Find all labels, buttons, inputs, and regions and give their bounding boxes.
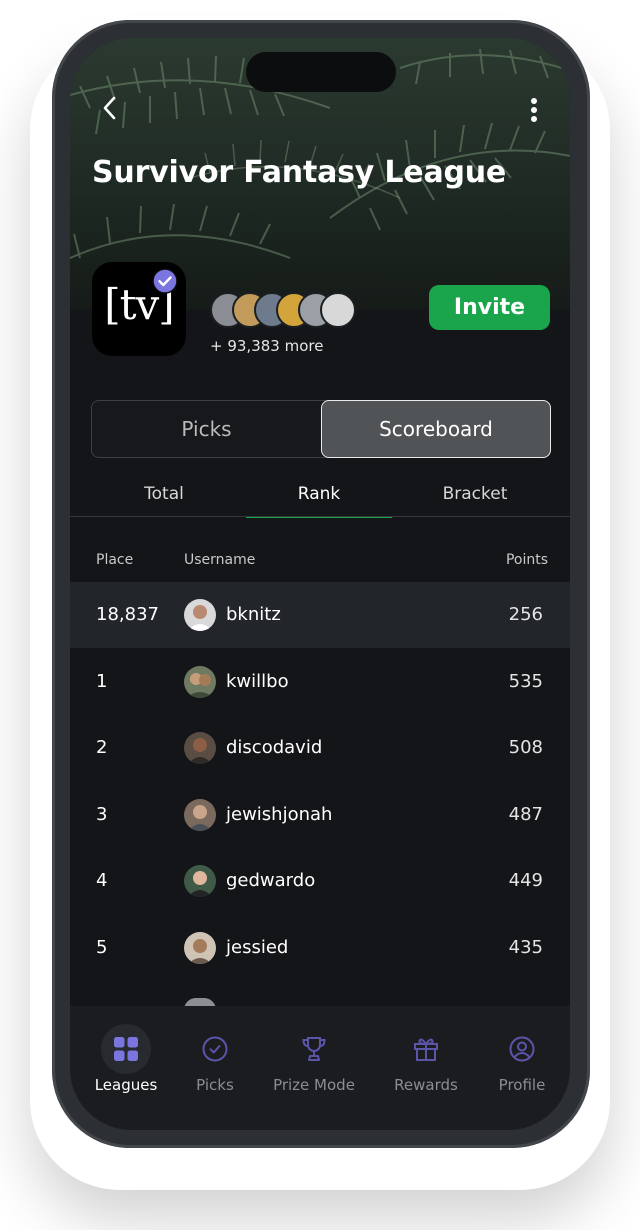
league-title: Survivor Fantasy League <box>92 155 507 190</box>
avatar <box>184 865 216 897</box>
tab-bracket[interactable]: Bracket <box>395 484 555 504</box>
scoreboard-subtabs: Total Rank Bracket <box>70 476 570 518</box>
table-row[interactable]: 5 jessied 435 <box>70 915 570 981</box>
table-row[interactable]: 3 jewishjonah 487 <box>70 782 570 848</box>
user-circle-icon <box>497 1024 547 1074</box>
nav-item-prize-mode[interactable]: Prize Mode <box>264 1024 364 1094</box>
row-place: 3 <box>96 804 108 825</box>
more-menu-button[interactable] <box>522 96 546 124</box>
table-row[interactable]: 4 gedwardo 449 <box>70 848 570 914</box>
nav-item-picks[interactable]: Picks <box>165 1024 265 1094</box>
column-header-points: Points <box>505 552 548 568</box>
nav-item-rewards[interactable]: Rewards <box>376 1024 476 1094</box>
row-points: 535 <box>508 671 543 692</box>
row-points: 449 <box>508 870 543 891</box>
table-row[interactable]: 1 kwillbo 535 <box>70 649 570 715</box>
row-username: bknitz <box>226 604 281 625</box>
row-username: discodavid <box>226 737 323 758</box>
avatar <box>184 732 216 764</box>
bottom-nav: Leagues Picks Prize Mode Rewards Profile <box>70 1006 570 1130</box>
row-points: 508 <box>508 737 543 758</box>
chevron-left-icon <box>103 96 116 120</box>
row-username: jewishjonah <box>226 804 333 825</box>
nav-item-leagues[interactable]: Leagues <box>76 1024 176 1094</box>
table-row-current-user[interactable]: 18,837 bknitz 256 <box>70 582 570 648</box>
dynamic-island <box>246 52 396 92</box>
segment-picks[interactable]: Picks <box>92 401 321 457</box>
table-row[interactable]: 2 discodavid 508 <box>70 715 570 781</box>
row-points: 256 <box>508 604 543 625</box>
nav-label: Rewards <box>394 1076 458 1094</box>
column-header-place: Place <box>96 552 134 568</box>
row-place: 1 <box>96 671 108 692</box>
tab-total[interactable]: Total <box>84 484 244 504</box>
gift-icon <box>401 1024 451 1074</box>
trophy-icon <box>289 1024 339 1074</box>
nav-label: Picks <box>196 1076 234 1094</box>
nav-label: Prize Mode <box>273 1076 355 1094</box>
row-place: 4 <box>96 870 108 891</box>
invite-button[interactable]: Invite <box>429 285 550 330</box>
row-username: gedwardo <box>226 870 316 891</box>
nav-item-profile[interactable]: Profile <box>472 1024 570 1094</box>
row-points: 487 <box>508 804 543 825</box>
members-more-count: + 93,383 more <box>210 337 324 355</box>
row-place: 5 <box>96 937 108 958</box>
grid-icon <box>101 1024 151 1074</box>
nav-label: Leagues <box>94 1076 158 1094</box>
avatar <box>184 799 216 831</box>
avatar <box>320 292 356 328</box>
nav-label: Profile <box>498 1076 546 1094</box>
verified-badge-icon <box>152 268 178 294</box>
column-header-username: Username <box>184 552 256 568</box>
more-vertical-icon <box>531 98 537 104</box>
row-username: jessied <box>226 937 289 958</box>
row-username: kwillbo <box>226 671 289 692</box>
row-place: 2 <box>96 737 108 758</box>
avatar <box>184 932 216 964</box>
avatar <box>184 599 216 631</box>
back-button[interactable] <box>98 92 122 124</box>
divider <box>70 516 570 517</box>
check-circle-icon <box>190 1024 240 1074</box>
tab-rank[interactable]: Rank <box>239 484 399 504</box>
member-avatars[interactable] <box>210 292 370 328</box>
avatar <box>184 666 216 698</box>
app-screen: Survivor Fantasy League [tv] + 93,383 mo… <box>70 38 570 1130</box>
segment-scoreboard[interactable]: Scoreboard <box>321 400 551 458</box>
row-points: 435 <box>508 937 543 958</box>
row-place: 18,837 <box>96 604 159 625</box>
picks-scoreboard-toggle: Picks Scoreboard <box>91 400 551 458</box>
